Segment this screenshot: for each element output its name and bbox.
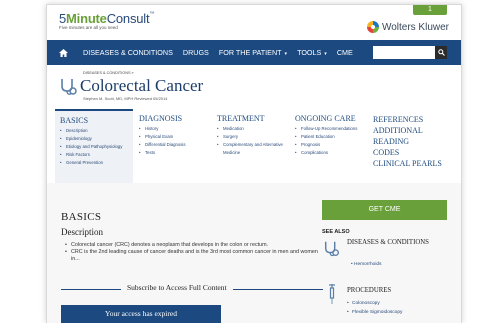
section-link[interactable]: Complementary and Alternative Medicine: [217, 141, 289, 157]
nav-diseases-conditions[interactable]: DISEASES & CONDITIONS: [83, 48, 173, 57]
breadcrumb[interactable]: DISEASES & CONDITIONS »: [83, 71, 134, 75]
section-link[interactable]: Surgery: [217, 133, 289, 141]
list-item: Colorectal cancer (CRC) denotes a neopla…: [65, 242, 327, 249]
clinical-pearls-link[interactable]: CLINICAL PEARLS: [373, 158, 445, 169]
section-link[interactable]: Risk Factors: [60, 151, 133, 159]
publisher-logo[interactable]: Wolters Kluwer: [366, 21, 449, 33]
procedure-link[interactable]: Flexible Sigmoidoscopy: [347, 308, 402, 317]
account-tab[interactable]: 1: [413, 5, 447, 15]
page-title: Colorectal Cancer: [80, 76, 204, 95]
main-nav: DISEASES & CONDITIONS DRUGS FOR THE PATI…: [47, 40, 461, 65]
get-cme-button[interactable]: GET CME: [322, 200, 447, 220]
section-ongoing-care: ONGOING CARE Follow-Up Recommendations P…: [289, 109, 367, 183]
browser-page: 5MinuteConsult™ Five minutes are all you…: [46, 4, 462, 323]
section-link[interactable]: Tests: [139, 149, 211, 157]
section-link[interactable]: Patient Education: [295, 133, 367, 141]
site-header: 5MinuteConsult™ Five minutes are all you…: [47, 5, 461, 39]
additional-reading-link[interactable]: ADDITIONAL READING: [373, 125, 445, 147]
search-icon: [437, 49, 445, 56]
nav-tools[interactable]: TOOLS ▾: [297, 48, 327, 57]
section-heading[interactable]: DIAGNOSIS: [139, 114, 211, 123]
section-title: BASICS: [61, 211, 102, 223]
procedure-link[interactable]: Colonoscopy: [347, 299, 402, 308]
section-heading[interactable]: TREATMENT: [217, 114, 289, 123]
section-link[interactable]: Description: [60, 127, 133, 135]
topic-header: DISEASES & CONDITIONS » Colorectal Cance…: [47, 65, 461, 111]
section-references: REFERENCES ADDITIONAL READING CODES CLIN…: [367, 109, 445, 183]
list-item: CRC is the 2nd leading cause of cancer d…: [65, 249, 327, 263]
stethoscope-icon: [61, 79, 77, 95]
see-also-procedures-heading: PROCEDURES: [347, 287, 392, 294]
subsection-title: Description: [61, 227, 103, 237]
nav-drugs[interactable]: DRUGS: [183, 48, 209, 57]
brand-logo[interactable]: 5MinuteConsult™ Five minutes are all you…: [59, 11, 154, 30]
see-also-diseases-heading: DISEASES & CONDITIONS: [347, 239, 429, 246]
syringe-icon: [329, 284, 335, 304]
description-list: Colorectal cancer (CRC) denotes a neopla…: [65, 242, 327, 263]
stethoscope-icon: [324, 241, 339, 257]
author-byline: Stephen M. Scott, MD, MPH Reviewed 05/20…: [83, 96, 168, 101]
section-link[interactable]: Etiology and Pathophysiology: [60, 143, 133, 151]
chevron-down-icon: ▾: [284, 51, 288, 57]
section-basics: BASICS Description Epidemiology Etiology…: [55, 109, 133, 183]
section-heading[interactable]: ONGOING CARE: [295, 114, 367, 123]
procedures-list: Colonoscopy Flexible Sigmoidoscopy: [347, 299, 402, 317]
section-link[interactable]: General Prevention: [60, 159, 133, 167]
see-also-label: SEE ALSO: [322, 229, 350, 235]
section-index: BASICS Description Epidemiology Etiology…: [47, 109, 461, 183]
brand-name: 5MinuteConsult™: [59, 11, 155, 26]
subscribe-heading: Subscribe to Access Full Content: [121, 283, 233, 292]
publisher-name: Wolters Kluwer: [381, 21, 449, 33]
section-link[interactable]: Complications: [295, 149, 367, 157]
section-link[interactable]: Physical Exam: [139, 133, 211, 141]
nav-cme[interactable]: CME: [337, 48, 353, 57]
section-link[interactable]: Medication: [217, 125, 289, 133]
section-heading[interactable]: BASICS: [60, 116, 133, 125]
codes-link[interactable]: CODES: [373, 147, 445, 158]
wolters-kluwer-icon: [366, 21, 379, 33]
section-link[interactable]: Prognosis: [295, 141, 367, 149]
see-also-link[interactable]: • Hemorrhoids: [351, 262, 381, 267]
references-link[interactable]: REFERENCES: [373, 114, 445, 125]
search-input[interactable]: [373, 46, 435, 59]
main-content: BASICS Description Colorectal cancer (CR…: [47, 183, 461, 323]
section-link[interactable]: Follow-Up Recommendations: [295, 125, 367, 133]
nav-for-the-patient[interactable]: FOR THE PATIENT ▾: [219, 48, 287, 57]
section-link[interactable]: History: [139, 125, 211, 133]
section-treatment: TREATMENT Medication Surgery Complementa…: [211, 109, 289, 183]
section-diagnosis: DIAGNOSIS History Physical Exam Differen…: [133, 109, 211, 183]
home-button[interactable]: [53, 48, 73, 57]
section-link[interactable]: Differential Diagnosis: [139, 141, 211, 149]
home-icon: [58, 48, 68, 57]
search-button[interactable]: [435, 46, 447, 59]
access-expired-button[interactable]: Your access has expired: [61, 305, 221, 323]
chevron-down-icon: ▾: [324, 51, 327, 57]
section-link[interactable]: Epidemiology: [60, 135, 133, 143]
